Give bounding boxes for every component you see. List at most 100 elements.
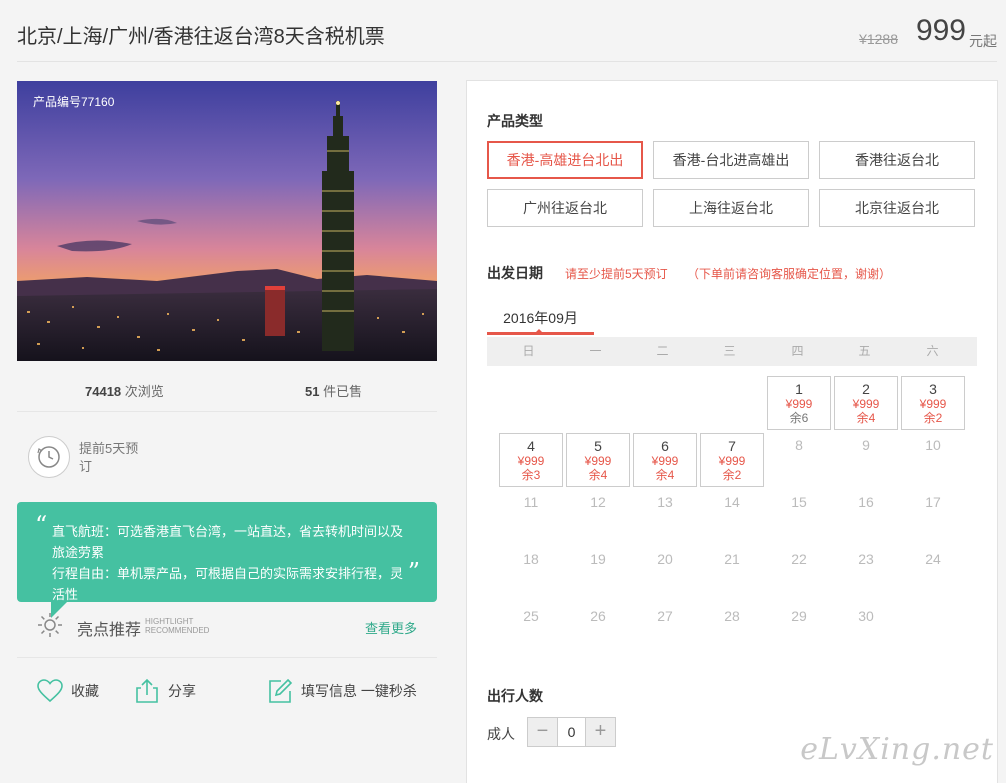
calendar-day: 21 bbox=[700, 547, 764, 601]
weekday-sat: 六 bbox=[926, 344, 939, 358]
calendar-day[interactable]: 5 ¥999 余4 bbox=[566, 433, 630, 487]
day-number: 9 bbox=[862, 437, 870, 453]
highlight-subtitle: HIGHTLIGHT RECOMMENDED bbox=[145, 617, 209, 635]
calendar-day[interactable]: 1 ¥999 余6 bbox=[767, 376, 831, 430]
day-number: 7 bbox=[728, 438, 736, 454]
day-number: 10 bbox=[925, 437, 941, 453]
day-remaining: 余4 bbox=[588, 468, 608, 482]
calendar-day: 18 bbox=[499, 547, 563, 601]
weekday-mon: 一 bbox=[589, 344, 602, 358]
sold-label: 件已售 bbox=[323, 384, 363, 399]
month-tab[interactable]: 2016年09月 bbox=[487, 301, 594, 335]
day-remaining: 余2 bbox=[923, 411, 943, 425]
day-number: 22 bbox=[791, 551, 807, 567]
adult-count-input[interactable]: 0 bbox=[557, 718, 586, 746]
calendar-day: 17 bbox=[901, 490, 965, 544]
increment-button[interactable]: + bbox=[586, 718, 615, 746]
close-quote-icon: ” bbox=[407, 558, 420, 586]
day-number: 25 bbox=[523, 608, 539, 624]
day-number: 27 bbox=[657, 608, 673, 624]
day-price: ¥999 bbox=[852, 397, 880, 411]
type-option-hk-taipei-roundtrip[interactable]: 香港往返台北 bbox=[819, 141, 975, 179]
day-number: 30 bbox=[858, 608, 874, 624]
quick-fill-button[interactable]: 填写信息 一键秒杀 bbox=[267, 677, 417, 705]
calendar-day: 9 bbox=[834, 433, 898, 487]
highlight-bar: 亮点推荐 HIGHTLIGHT RECOMMENDED 查看更多 bbox=[17, 602, 437, 658]
highlight-line-2: 行程自由：单机票产品，可根据自己的实际需求安排行程，灵活性 bbox=[52, 566, 404, 602]
day-price: ¥999 bbox=[718, 454, 746, 468]
day-number: 8 bbox=[795, 437, 803, 453]
share-icon bbox=[136, 678, 158, 703]
type-option-hk-taipei-in-kaohsiung-out[interactable]: 香港-台北进高雄出 bbox=[653, 141, 809, 179]
day-price: ¥999 bbox=[919, 397, 947, 411]
adult-quantity-stepper: − 0 + bbox=[527, 717, 616, 747]
share-button[interactable]: 分享 bbox=[134, 677, 196, 705]
consult-service-note: （下单前请咨询客服确定位置，谢谢） bbox=[687, 267, 892, 281]
day-number: 20 bbox=[657, 551, 673, 567]
open-quote-icon: “ bbox=[35, 511, 48, 539]
quick-fill-label: 填写信息 一键秒杀 bbox=[301, 683, 417, 699]
heart-icon bbox=[37, 679, 63, 703]
calendar-day: 19 bbox=[566, 547, 630, 601]
sold-count: 51 bbox=[305, 384, 320, 399]
favorite-button[interactable]: 收藏 bbox=[37, 677, 99, 705]
calendar-day: 22 bbox=[767, 547, 831, 601]
product-type-title: 产品类型 bbox=[487, 113, 543, 129]
calendar-day[interactable]: 4 ¥999 余3 bbox=[499, 433, 563, 487]
advance-booking-text: 提前5天预订 bbox=[79, 441, 139, 474]
calendar-day[interactable]: 6 ¥999 余4 bbox=[633, 433, 697, 487]
calendar-day: 8 bbox=[767, 433, 831, 487]
edit-icon bbox=[269, 678, 293, 703]
calendar-day: 15 bbox=[767, 490, 831, 544]
calendar-day[interactable]: 7 ¥999 余2 bbox=[700, 433, 764, 487]
day-number: 12 bbox=[590, 494, 606, 510]
calendar-day: 24 bbox=[901, 547, 965, 601]
day-number: 16 bbox=[858, 494, 874, 510]
product-photo[interactable]: 产品编号77160 bbox=[17, 81, 437, 361]
views-stat: 74418 次浏览 bbox=[85, 381, 164, 400]
price-suffix: 元起 bbox=[969, 33, 997, 49]
calendar-day: 29 bbox=[767, 604, 831, 658]
day-number: 11 bbox=[523, 494, 539, 510]
type-option-hk-kaohsiung-in-taipei-out[interactable]: 香港-高雄进台北出 bbox=[487, 141, 643, 179]
adult-label: 成人 bbox=[487, 726, 515, 742]
see-more-link[interactable]: 查看更多 bbox=[365, 618, 417, 637]
day-number: 2 bbox=[862, 381, 870, 397]
day-number: 29 bbox=[791, 608, 807, 624]
day-remaining: 余4 bbox=[856, 411, 876, 425]
day-number: 6 bbox=[661, 438, 669, 454]
favorite-label: 收藏 bbox=[71, 683, 99, 699]
highlight-box: “ 直飞航班：可选香港直飞台湾，一站直达，省去转机时间以及旅途劳累 行程自由：单… bbox=[17, 502, 437, 602]
product-title: 北京/上海/广州/香港往返台湾8天含税机票 bbox=[17, 26, 385, 48]
day-number: 17 bbox=[925, 494, 941, 510]
calendar-day: 10 bbox=[901, 433, 965, 487]
advance-booking-info: 提前5天预订 bbox=[17, 412, 437, 496]
calendar-day: 27 bbox=[633, 604, 697, 658]
highlight-title: 亮点推荐 bbox=[77, 622, 142, 639]
day-number: 5 bbox=[594, 438, 602, 454]
day-number: 26 bbox=[590, 608, 606, 624]
advance-booking-note: 请至少提前5天预订 bbox=[565, 267, 668, 281]
original-price: ¥1288 bbox=[859, 31, 898, 47]
calendar-day: 13 bbox=[633, 490, 697, 544]
decrement-button[interactable]: − bbox=[528, 718, 557, 746]
day-number: 24 bbox=[925, 551, 941, 567]
type-option-shanghai-taipei-roundtrip[interactable]: 上海往返台北 bbox=[653, 189, 809, 227]
site-watermark: eLvXing.net bbox=[800, 732, 994, 767]
type-option-guangzhou-taipei-roundtrip[interactable]: 广州往返台北 bbox=[487, 189, 643, 227]
day-price: ¥999 bbox=[651, 454, 679, 468]
type-option-beijing-taipei-roundtrip[interactable]: 北京往返台北 bbox=[819, 189, 975, 227]
day-remaining: 余2 bbox=[722, 468, 742, 482]
current-price: 999 bbox=[915, 14, 966, 47]
day-price: ¥999 bbox=[517, 454, 545, 468]
calendar-day[interactable]: 2 ¥999 余4 bbox=[834, 376, 898, 430]
departure-date-title: 出发日期 bbox=[487, 265, 543, 281]
weekday-tue: 二 bbox=[656, 344, 669, 358]
weekday-thu: 四 bbox=[791, 344, 804, 358]
day-number: 21 bbox=[724, 551, 740, 567]
day-number: 19 bbox=[590, 551, 606, 567]
calendar-day[interactable]: 3 ¥999 余2 bbox=[901, 376, 965, 430]
calendar-day: 14 bbox=[700, 490, 764, 544]
highlight-subtitle-line-1: HIGHTLIGHT bbox=[145, 617, 194, 626]
calendar-day: 16 bbox=[834, 490, 898, 544]
